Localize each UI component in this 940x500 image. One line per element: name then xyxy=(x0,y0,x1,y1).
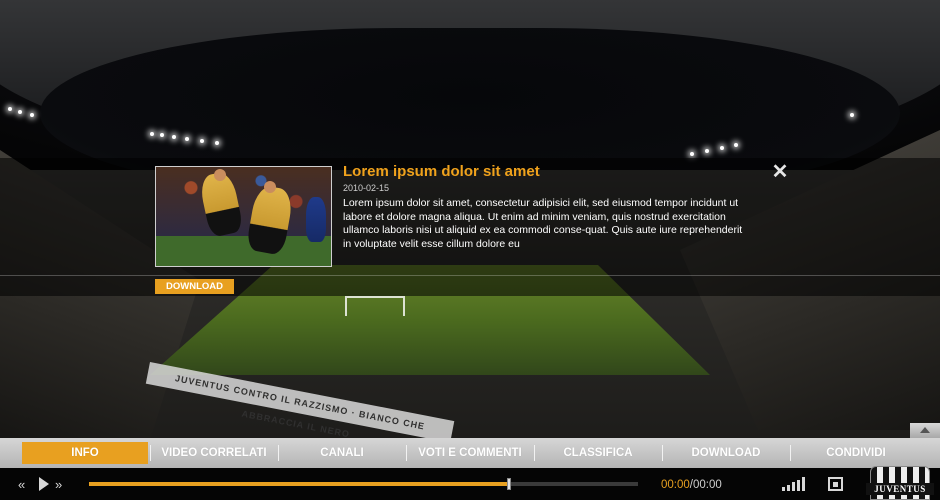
thumbnail-opponent xyxy=(306,197,326,242)
article-thumbnail xyxy=(155,166,332,267)
article-title: Lorem ipsum dolor sit amet xyxy=(343,163,540,180)
close-icon[interactable]: ✕ xyxy=(770,162,790,182)
goal-box xyxy=(345,296,405,316)
fast-forward-icon[interactable]: » xyxy=(55,477,62,492)
tab-separator xyxy=(150,445,151,461)
logo-text: JUVENTUS xyxy=(866,483,934,495)
tab-download[interactable]: DOWNLOAD xyxy=(664,442,788,464)
tab-info[interactable]: INFO xyxy=(22,442,148,464)
download-button[interactable]: DOWNLOAD xyxy=(155,279,234,294)
signal-strength-icon[interactable] xyxy=(782,477,808,491)
progress-handle[interactable] xyxy=(506,478,511,490)
tab-separator xyxy=(534,445,535,461)
time-display: 00:00/00:00 xyxy=(661,479,722,491)
tab-bar: INFO VIDEO CORRELATI CANALI VOTI E COMME… xyxy=(0,438,940,468)
thumbnail-player-head xyxy=(214,169,226,181)
thumbnail-player-head xyxy=(264,181,276,193)
progress-bar[interactable] xyxy=(89,478,638,490)
rewind-icon[interactable]: « xyxy=(18,477,25,492)
current-time: 00:00 xyxy=(661,479,690,491)
tab-canali[interactable]: CANALI xyxy=(280,442,404,464)
fullscreen-icon[interactable] xyxy=(828,477,843,491)
tab-separator xyxy=(406,445,407,461)
scroll-up-icon[interactable] xyxy=(910,423,940,438)
tab-video-correlati[interactable]: VIDEO CORRELATI xyxy=(152,442,276,464)
tab-separator xyxy=(662,445,663,461)
tab-voti-e-commenti[interactable]: VOTI E COMMENTI xyxy=(408,442,532,464)
tab-condividi[interactable]: CONDIVIDI xyxy=(792,442,920,464)
article-body: Lorem ipsum dolor sit amet, consectetur … xyxy=(343,197,743,250)
thumbnail-grass xyxy=(156,236,331,266)
tab-separator xyxy=(278,445,279,461)
thumbnail-crowd xyxy=(156,167,331,237)
tab-separator xyxy=(790,445,791,461)
tab-classifica[interactable]: CLASSIFICA xyxy=(536,442,660,464)
juventus-logo: JUVENTUS xyxy=(866,466,934,500)
play-icon[interactable] xyxy=(39,477,49,491)
total-time: 00:00 xyxy=(692,479,722,491)
progress-fill xyxy=(89,482,509,486)
overlay-divider xyxy=(0,275,940,276)
article-date: 2010-02-15 xyxy=(343,183,390,193)
